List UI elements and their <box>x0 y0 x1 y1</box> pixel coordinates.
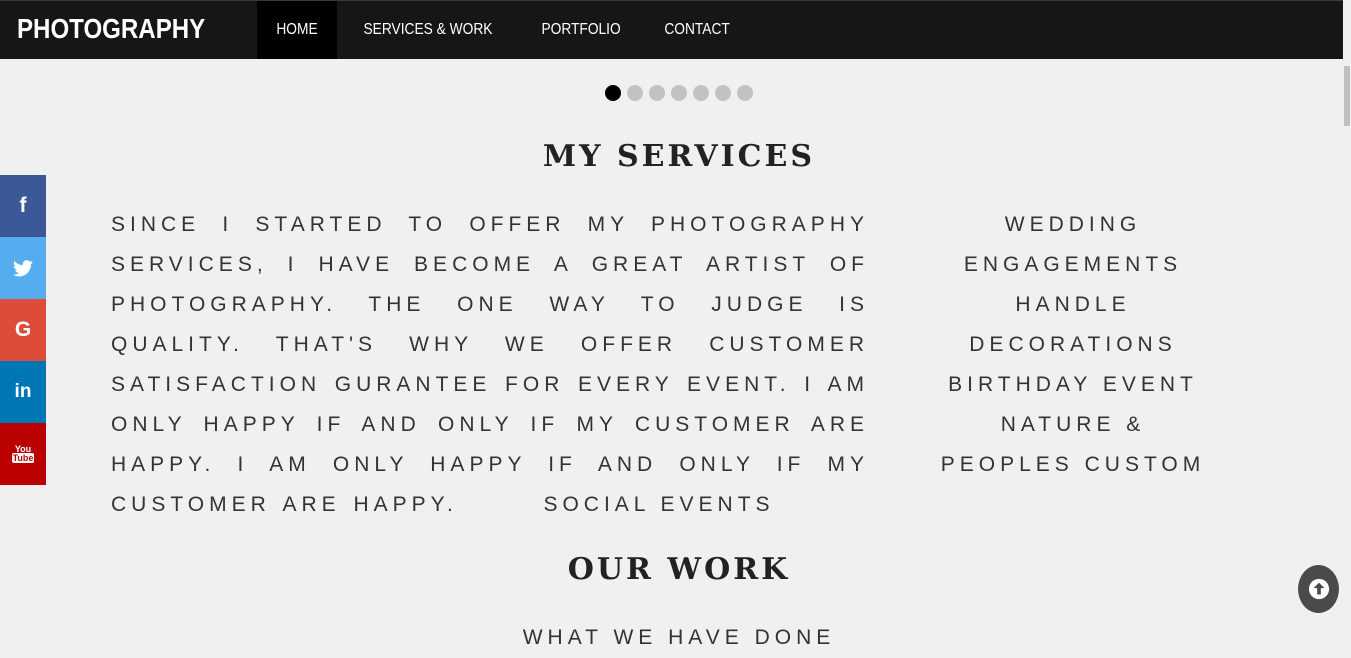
arrow-up-circle-icon <box>1308 578 1329 600</box>
carousel-dot[interactable] <box>671 85 687 101</box>
services-title: MY SERVICES <box>542 139 816 174</box>
service-item: SOCIAL EVENTS <box>543 493 775 516</box>
service-item: DECORATIONS <box>969 333 1177 356</box>
nav-services-work[interactable]: SERVICES & WORK <box>337 1 519 59</box>
service-item: PEOPLES CUSTOM <box>940 453 1206 476</box>
site-brand[interactable]: PHOTOGRAPHY <box>17 13 205 45</box>
carousel-dot[interactable] <box>693 85 709 101</box>
twitter-icon <box>13 259 33 276</box>
google-icon: G <box>14 318 32 341</box>
social-sidebar: f G in You Tube <box>0 175 46 485</box>
work-title: OUR WORK <box>567 552 791 587</box>
work-subtitle: WHAT WE HAVE DONE <box>522 626 836 649</box>
service-item: BIRTHDAY EVENT <box>948 373 1198 396</box>
back-to-top-button[interactable] <box>1298 565 1339 613</box>
google-plus-link[interactable]: G <box>0 299 46 361</box>
carousel-pagination <box>605 85 753 101</box>
services-description: Since I started to offer my photography … <box>111 213 869 516</box>
service-item: NATURE & <box>1000 413 1146 436</box>
carousel-dot[interactable] <box>649 85 665 101</box>
carousel-dot[interactable] <box>605 85 621 101</box>
main-nav: HOME SERVICES & WORK PORTFOLIO CONTACT <box>257 1 751 59</box>
twitter-link[interactable] <box>0 237 46 299</box>
services-list: WEDDING ENGAGEMENTS HANDLE DECORATIONS B… <box>920 205 1226 485</box>
scrollbar-thumb[interactable] <box>1344 66 1350 126</box>
youtube-link[interactable]: You Tube <box>0 423 46 485</box>
service-item: ENGAGEMENTS <box>963 253 1183 276</box>
carousel-dot[interactable] <box>627 85 643 101</box>
linkedin-link[interactable]: in <box>0 361 46 423</box>
service-item: HANDLE <box>1015 293 1131 316</box>
youtube-icon: You Tube <box>11 444 35 463</box>
nav-home[interactable]: HOME <box>257 1 337 59</box>
linkedin-icon: in <box>14 381 32 402</box>
nav-contact[interactable]: CONTACT <box>643 1 751 59</box>
facebook-link[interactable]: f <box>0 175 46 237</box>
carousel-dot[interactable] <box>715 85 731 101</box>
carousel-dot[interactable] <box>737 85 753 101</box>
nav-portfolio[interactable]: PORTFOLIO <box>519 1 643 59</box>
top-navbar: PHOTOGRAPHY HOME SERVICES & WORK PORTFOL… <box>0 0 1343 59</box>
service-item: WEDDING <box>1004 213 1142 236</box>
facebook-icon: f <box>19 194 27 217</box>
